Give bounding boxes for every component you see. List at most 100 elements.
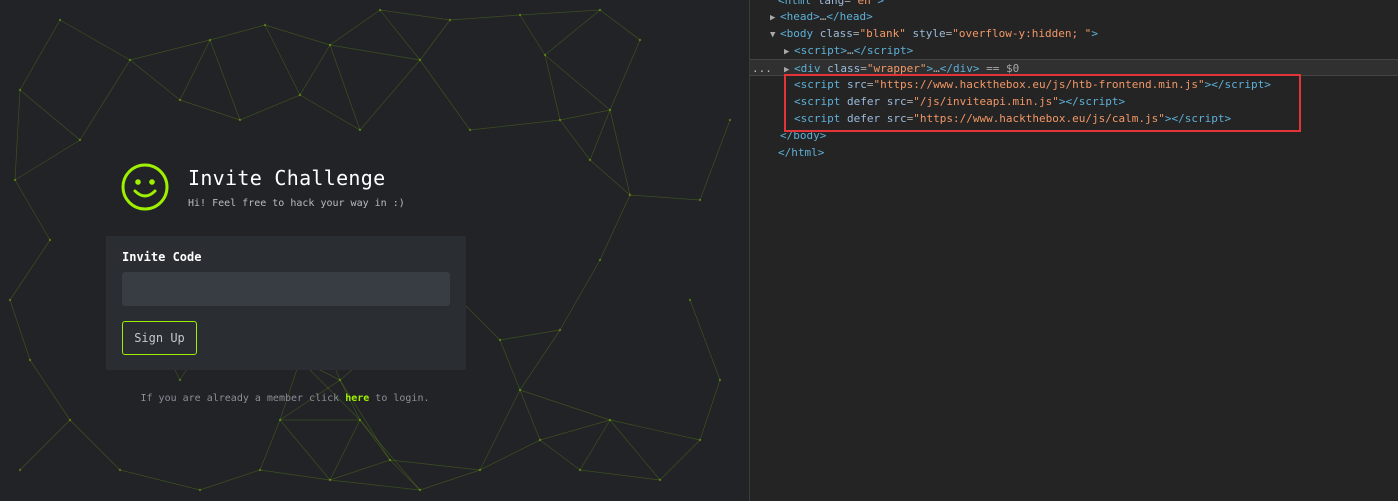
dom-node-line[interactable]: <script defer src="/js/inviteapi.min.js"… [750,93,1398,110]
network-node [638,38,642,42]
page-title: Invite Challenge [188,166,386,190]
invite-code-input[interactable] [122,272,450,306]
network-link [519,14,546,56]
network-node [448,18,452,22]
network-link [329,44,421,61]
network-node [358,128,362,132]
network-link [559,119,591,161]
dom-node-line[interactable]: </body> [750,127,1398,144]
network-link [79,59,131,141]
network-node [598,258,602,262]
network-link [199,469,261,491]
page-subtitle: Hi! Feel free to hack your way in :) [188,198,405,209]
dom-node-line[interactable]: <script defer src="https://www.hackthebo… [750,110,1398,127]
network-link [9,239,51,301]
network-link [609,419,701,441]
network-node [58,18,62,22]
network-node [558,118,562,122]
network-link [559,259,601,331]
network-node [238,118,242,122]
network-link [129,59,181,101]
network-node [468,128,472,132]
more-options-icon[interactable]: ... [752,60,772,77]
network-node [8,298,12,302]
network-node [688,298,692,302]
network-node [628,193,632,197]
network-link [119,469,201,491]
network-link [299,44,331,96]
network-link [359,419,421,491]
dom-node-line[interactable]: ▶ <script>…</script> [750,42,1398,59]
network-link [389,459,421,491]
network-node [518,13,522,17]
network-node [578,468,582,472]
network-node [698,198,702,202]
network-node [78,138,82,142]
network-link [579,469,661,481]
network-node [358,418,362,422]
network-link [259,469,331,481]
login-prompt-text: If you are already a member click [140,393,346,404]
dom-node-line[interactable]: <script src="https://www.hackthebox.eu/j… [750,76,1398,93]
network-node [48,238,52,242]
invite-form: Invite Code Sign Up [106,236,466,370]
network-link [609,419,661,481]
network-link [264,24,301,96]
network-link [239,94,301,121]
network-link [129,39,211,61]
network-link [329,9,381,46]
smiley-logo-icon [121,163,169,211]
network-link [559,109,611,121]
network-node [388,458,392,462]
network-link [329,419,361,481]
network-link [379,9,421,61]
network-link [259,419,281,471]
network-link [359,59,421,131]
network-node [478,468,482,472]
network-node [278,418,282,422]
network-node [718,378,722,382]
network-link [14,179,51,241]
network-link [299,94,361,131]
network-link [329,44,361,131]
network-link [209,24,266,41]
network-link [19,19,61,91]
network-link [449,14,521,21]
dom-node-line[interactable]: ▼ <body class="blank" style="overflow-y:h… [750,25,1398,42]
network-link [209,39,241,121]
login-prompt: If you are already a member click here t… [0,393,570,404]
dom-node-line[interactable]: ▶ <div class="wrapper">…</div> == $0... [750,59,1398,76]
network-link [659,439,701,481]
network-link [699,379,721,441]
network-link [599,194,631,261]
network-link [14,89,21,181]
sign-up-button[interactable]: Sign Up [122,321,197,355]
network-link [589,159,631,196]
network-link [609,109,631,196]
network-link [14,139,81,181]
network-link [499,339,521,391]
network-link [29,359,71,421]
network-link [469,119,561,131]
network-link [179,39,211,101]
network-node [68,418,72,422]
network-node [378,8,382,12]
network-node [18,88,22,92]
network-node [128,58,132,62]
network-link [59,19,131,61]
network-link [629,194,701,201]
network-link [539,439,581,471]
network-link [419,469,481,491]
dom-node-line[interactable]: ▶ <head>…</head> [750,8,1398,25]
network-link [179,99,241,121]
network-node [338,378,342,382]
login-link[interactable]: here [345,393,369,404]
network-link [599,9,641,41]
network-node [258,468,262,472]
network-link [264,24,331,46]
network-link [419,59,471,131]
network-node [178,98,182,102]
dom-node-line[interactable]: </html> [750,144,1398,161]
invite-page: Invite Challenge Hi! Feel free to hack y… [0,0,749,501]
network-link [19,419,71,471]
